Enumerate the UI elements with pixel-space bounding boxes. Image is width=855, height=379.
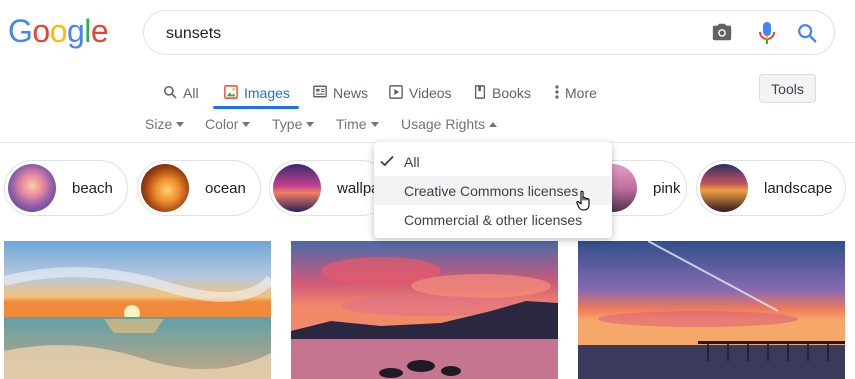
menu-item-label: Commercial & other licenses [404,211,583,228]
chip-label: beach [72,179,113,197]
tab-label: Videos [409,85,452,101]
chip-label: pink [653,179,681,197]
related-chip-ocean[interactable]: ocean [137,160,261,216]
tab-news[interactable]: News [313,76,368,110]
chip-thumbnail [273,164,321,212]
filter-time[interactable]: Time [336,116,379,132]
active-tab-indicator [213,106,299,109]
logo-letter-e: e [90,13,109,49]
tab-videos[interactable]: Videos [389,76,452,110]
google-logo[interactable]: Google [8,13,109,49]
chip-label: ocean [205,179,246,197]
filter-label: Color [205,116,239,132]
microphone-icon[interactable] [757,21,777,50]
chip-thumbnail [8,164,56,212]
tab-label: Books [492,85,531,101]
result-image [291,241,558,379]
tab-all[interactable]: All [163,76,199,110]
image-result-1[interactable] [4,241,271,379]
image-icon [224,84,238,102]
logo-letter-g: G [8,13,33,49]
filter-label: Size [145,116,173,132]
caret-down-icon [370,121,379,127]
search-icon [163,85,177,102]
caret-down-icon [242,121,251,127]
result-image [4,241,271,379]
image-result-3[interactable] [578,241,845,379]
related-chip-beach[interactable]: beach [4,160,128,216]
camera-icon[interactable] [711,21,733,48]
search-box [143,10,835,55]
caret-down-icon [176,121,185,127]
filter-type[interactable]: Type [272,116,315,132]
play-icon [389,84,403,102]
tab-label: More [565,85,597,101]
logo-letter-o2: o [49,13,68,49]
hand-pointer-cursor [576,190,594,217]
search-icon[interactable] [796,22,818,49]
check-icon [380,154,394,170]
chip-thumbnail [700,164,748,212]
kebab-icon [555,84,559,102]
chip-label: landscape [764,179,833,197]
tab-label: All [183,85,199,101]
tab-label: News [333,85,369,101]
newspaper-icon [313,85,327,101]
chip-thumbnail [141,164,189,212]
filter-label: Type [272,116,303,132]
menu-item-all[interactable]: All [374,147,612,176]
tab-books[interactable]: Books [474,76,531,110]
logo-letter-o1: o [32,13,50,49]
filter-color[interactable]: Color [205,116,251,132]
book-icon [474,84,486,102]
caret-down-icon [306,121,315,127]
menu-item-label: All [404,153,420,170]
result-image [578,241,845,379]
tab-more[interactable]: More [555,76,597,110]
tools-button[interactable]: Tools [759,74,816,103]
logo-letter-l: l [84,13,91,49]
related-chip-wallpaper[interactable]: wallpa [269,160,389,216]
logo-letter-g2: g [66,13,85,49]
filter-label: Time [336,116,367,132]
tab-images[interactable]: Images [224,76,290,110]
filter-usage-rights[interactable]: Usage Rights [401,116,498,132]
filter-size[interactable]: Size [145,116,185,132]
menu-item-label: Creative Commons licenses [404,182,579,199]
related-chip-landscape[interactable]: landscape [696,160,846,216]
caret-up-icon [489,121,498,127]
filter-label: Usage Rights [401,116,486,132]
tab-label: Images [244,85,290,101]
search-input[interactable] [164,21,688,47]
image-result-2[interactable] [291,241,558,379]
